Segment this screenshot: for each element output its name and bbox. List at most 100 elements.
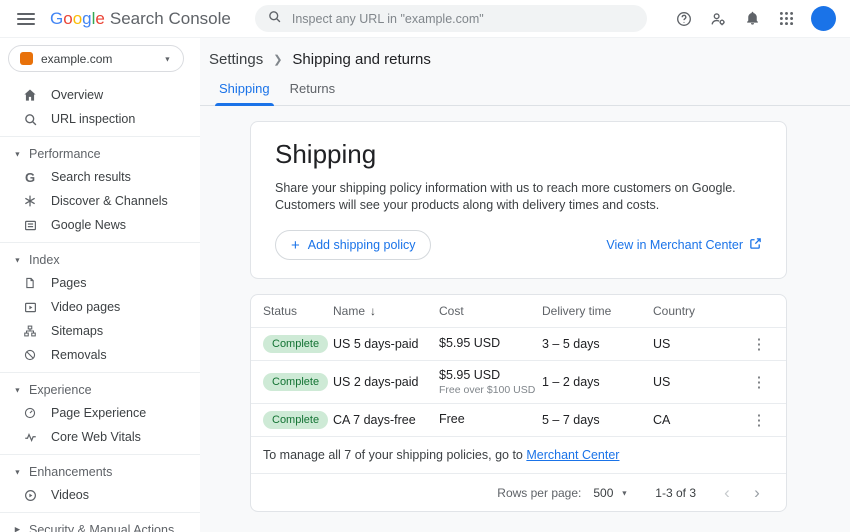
discover-asterisk-icon bbox=[22, 193, 38, 209]
merchant-center-link[interactable]: Merchant Center bbox=[526, 448, 619, 462]
sidebar-item-url-inspection[interactable]: URL inspection bbox=[0, 107, 200, 131]
sidebar-section-security: ▶ Security & Manual Actions bbox=[0, 512, 200, 532]
home-icon bbox=[22, 87, 38, 103]
col-header-name[interactable]: Name ↓ bbox=[333, 304, 439, 318]
table-footer-note: To manage all 7 of your shipping policie… bbox=[251, 436, 786, 473]
news-icon bbox=[22, 217, 38, 233]
status-badge: Complete bbox=[263, 373, 328, 391]
previous-page-icon[interactable]: ‹ bbox=[712, 483, 742, 503]
tab-shipping[interactable]: Shipping bbox=[209, 81, 280, 105]
property-selector[interactable]: example.com ▼ bbox=[8, 45, 184, 72]
sidebar: example.com ▼ Overview URL inspection ▼ … bbox=[0, 38, 200, 532]
sidebar-item-removals[interactable]: Removals bbox=[0, 343, 200, 367]
sidebar-item-discover[interactable]: Discover & Channels bbox=[0, 189, 200, 213]
video-page-icon bbox=[22, 299, 38, 315]
sidebar-item-pages[interactable]: Pages bbox=[0, 271, 200, 295]
caret-down-icon: ▼ bbox=[14, 256, 21, 264]
sidebar-item-label: Sitemaps bbox=[51, 324, 103, 338]
row-overflow-menu-icon[interactable]: ⋮ bbox=[752, 411, 767, 429]
table-header-row: Status Name ↓ Cost Delivery time Country bbox=[251, 295, 786, 327]
policy-country: US bbox=[653, 375, 744, 389]
policy-country: CA bbox=[653, 413, 744, 427]
plus-icon: + bbox=[291, 238, 300, 253]
section-header-enhancements[interactable]: ▼ Enhancements bbox=[0, 460, 200, 483]
view-in-merchant-center-link[interactable]: View in Merchant Center bbox=[606, 237, 762, 253]
sidebar-item-core-web-vitals[interactable]: Core Web Vitals bbox=[0, 425, 200, 449]
breadcrumb-chevron-icon: ❯ bbox=[273, 53, 282, 66]
card-title: Shipping bbox=[275, 139, 762, 170]
breadcrumb-settings[interactable]: Settings bbox=[209, 51, 263, 68]
section-header-index[interactable]: ▼ Index bbox=[0, 248, 200, 271]
sidebar-item-page-experience[interactable]: Page Experience bbox=[0, 401, 200, 425]
section-header-security[interactable]: ▶ Security & Manual Actions bbox=[0, 518, 200, 532]
removals-blocked-icon bbox=[22, 347, 38, 363]
shipping-policies-table: Status Name ↓ Cost Delivery time Country… bbox=[250, 294, 787, 512]
breadcrumb: Settings ❯ Shipping and returns bbox=[200, 38, 850, 68]
notifications-bell-icon[interactable] bbox=[739, 6, 765, 32]
sidebar-item-label: Google News bbox=[51, 218, 126, 232]
magnifier-icon bbox=[22, 111, 38, 127]
status-badge: Complete bbox=[263, 411, 328, 429]
sidebar-item-overview[interactable]: Overview bbox=[0, 83, 200, 107]
page-experience-icon bbox=[22, 405, 38, 421]
policy-cost: $5.95 USD bbox=[439, 368, 542, 382]
sidebar-item-video-pages[interactable]: Video pages bbox=[0, 295, 200, 319]
caret-down-icon: ▼ bbox=[14, 468, 21, 476]
section-label: Enhancements bbox=[29, 465, 112, 479]
policy-cost: Free bbox=[439, 412, 542, 426]
add-shipping-policy-label: Add shipping policy bbox=[308, 238, 416, 252]
add-shipping-policy-button[interactable]: + Add shipping policy bbox=[275, 230, 431, 260]
policy-country: US bbox=[653, 337, 744, 351]
sidebar-item-sitemaps[interactable]: Sitemaps bbox=[0, 319, 200, 343]
user-settings-icon[interactable] bbox=[705, 6, 731, 32]
topbar-actions bbox=[671, 6, 836, 32]
pagination-range: 1-3 of 3 bbox=[655, 486, 696, 500]
sidebar-item-label: Core Web Vitals bbox=[51, 430, 141, 444]
policy-name: US 2 days-paid bbox=[333, 375, 439, 389]
menu-icon[interactable] bbox=[12, 5, 40, 33]
chevron-down-icon: ▼ bbox=[164, 55, 171, 63]
table-row: Complete US 5 days-paid $5.95 USD 3 – 5 … bbox=[251, 327, 786, 360]
sidebar-item-google-news[interactable]: Google News bbox=[0, 213, 200, 237]
caret-down-icon: ▼ bbox=[14, 150, 21, 158]
sidebar-section-experience: ▼ Experience Page Experience Core Web Vi… bbox=[0, 372, 200, 449]
sidebar-item-label: Removals bbox=[51, 348, 107, 362]
sort-desc-icon: ↓ bbox=[370, 304, 376, 318]
rows-per-page-select[interactable]: 500 ▼ bbox=[593, 486, 629, 500]
tab-returns[interactable]: Returns bbox=[280, 81, 346, 105]
google-logo-text: Google bbox=[50, 9, 105, 29]
table-row: Complete CA 7 days-free Free 5 – 7 days … bbox=[251, 403, 786, 436]
section-header-performance[interactable]: ▼ Performance bbox=[0, 142, 200, 165]
card-description: Share your shipping policy information w… bbox=[275, 180, 755, 214]
col-header-cost: Cost bbox=[439, 304, 542, 318]
policy-name: US 5 days-paid bbox=[333, 337, 439, 351]
footer-note-text: To manage all 7 of your shipping policie… bbox=[263, 448, 523, 462]
url-inspect-input[interactable] bbox=[292, 12, 635, 26]
sidebar-item-label: Discover & Channels bbox=[51, 194, 168, 208]
row-overflow-menu-icon[interactable]: ⋮ bbox=[752, 373, 767, 391]
property-icon bbox=[20, 52, 33, 65]
search-console-app: Google Search Console bbox=[0, 0, 850, 532]
help-icon[interactable] bbox=[671, 6, 697, 32]
sidebar-item-label: Search results bbox=[51, 170, 131, 184]
section-label: Security & Manual Actions bbox=[29, 523, 174, 532]
pagination-bar: Rows per page: 500 ▼ 1-3 of 3 ‹ › bbox=[251, 473, 786, 511]
sidebar-item-search-results[interactable]: G Search results bbox=[0, 165, 200, 189]
account-avatar[interactable] bbox=[811, 6, 836, 31]
shipping-intro-card: Shipping Share your shipping policy info… bbox=[250, 121, 787, 279]
product-name: Search Console bbox=[110, 9, 231, 29]
row-overflow-menu-icon[interactable]: ⋮ bbox=[752, 335, 767, 353]
tab-bar: Shipping Returns bbox=[200, 81, 850, 106]
sidebar-item-videos[interactable]: Videos bbox=[0, 483, 200, 507]
section-header-experience[interactable]: ▼ Experience bbox=[0, 378, 200, 401]
sidebar-item-label: Page Experience bbox=[51, 406, 146, 420]
col-header-country: Country bbox=[653, 304, 744, 318]
col-header-delivery-time: Delivery time bbox=[542, 304, 653, 318]
table-row: Complete US 2 days-paid $5.95 USDFree ov… bbox=[251, 360, 786, 403]
google-apps-grid-icon[interactable] bbox=[773, 6, 799, 32]
next-page-icon[interactable]: › bbox=[742, 483, 772, 503]
rows-per-page-value: 500 bbox=[593, 486, 613, 500]
url-inspect-searchbar[interactable] bbox=[255, 5, 647, 32]
main-content: Settings ❯ Shipping and returns Shipping… bbox=[200, 38, 850, 532]
sidebar-item-label: Video pages bbox=[51, 300, 120, 314]
